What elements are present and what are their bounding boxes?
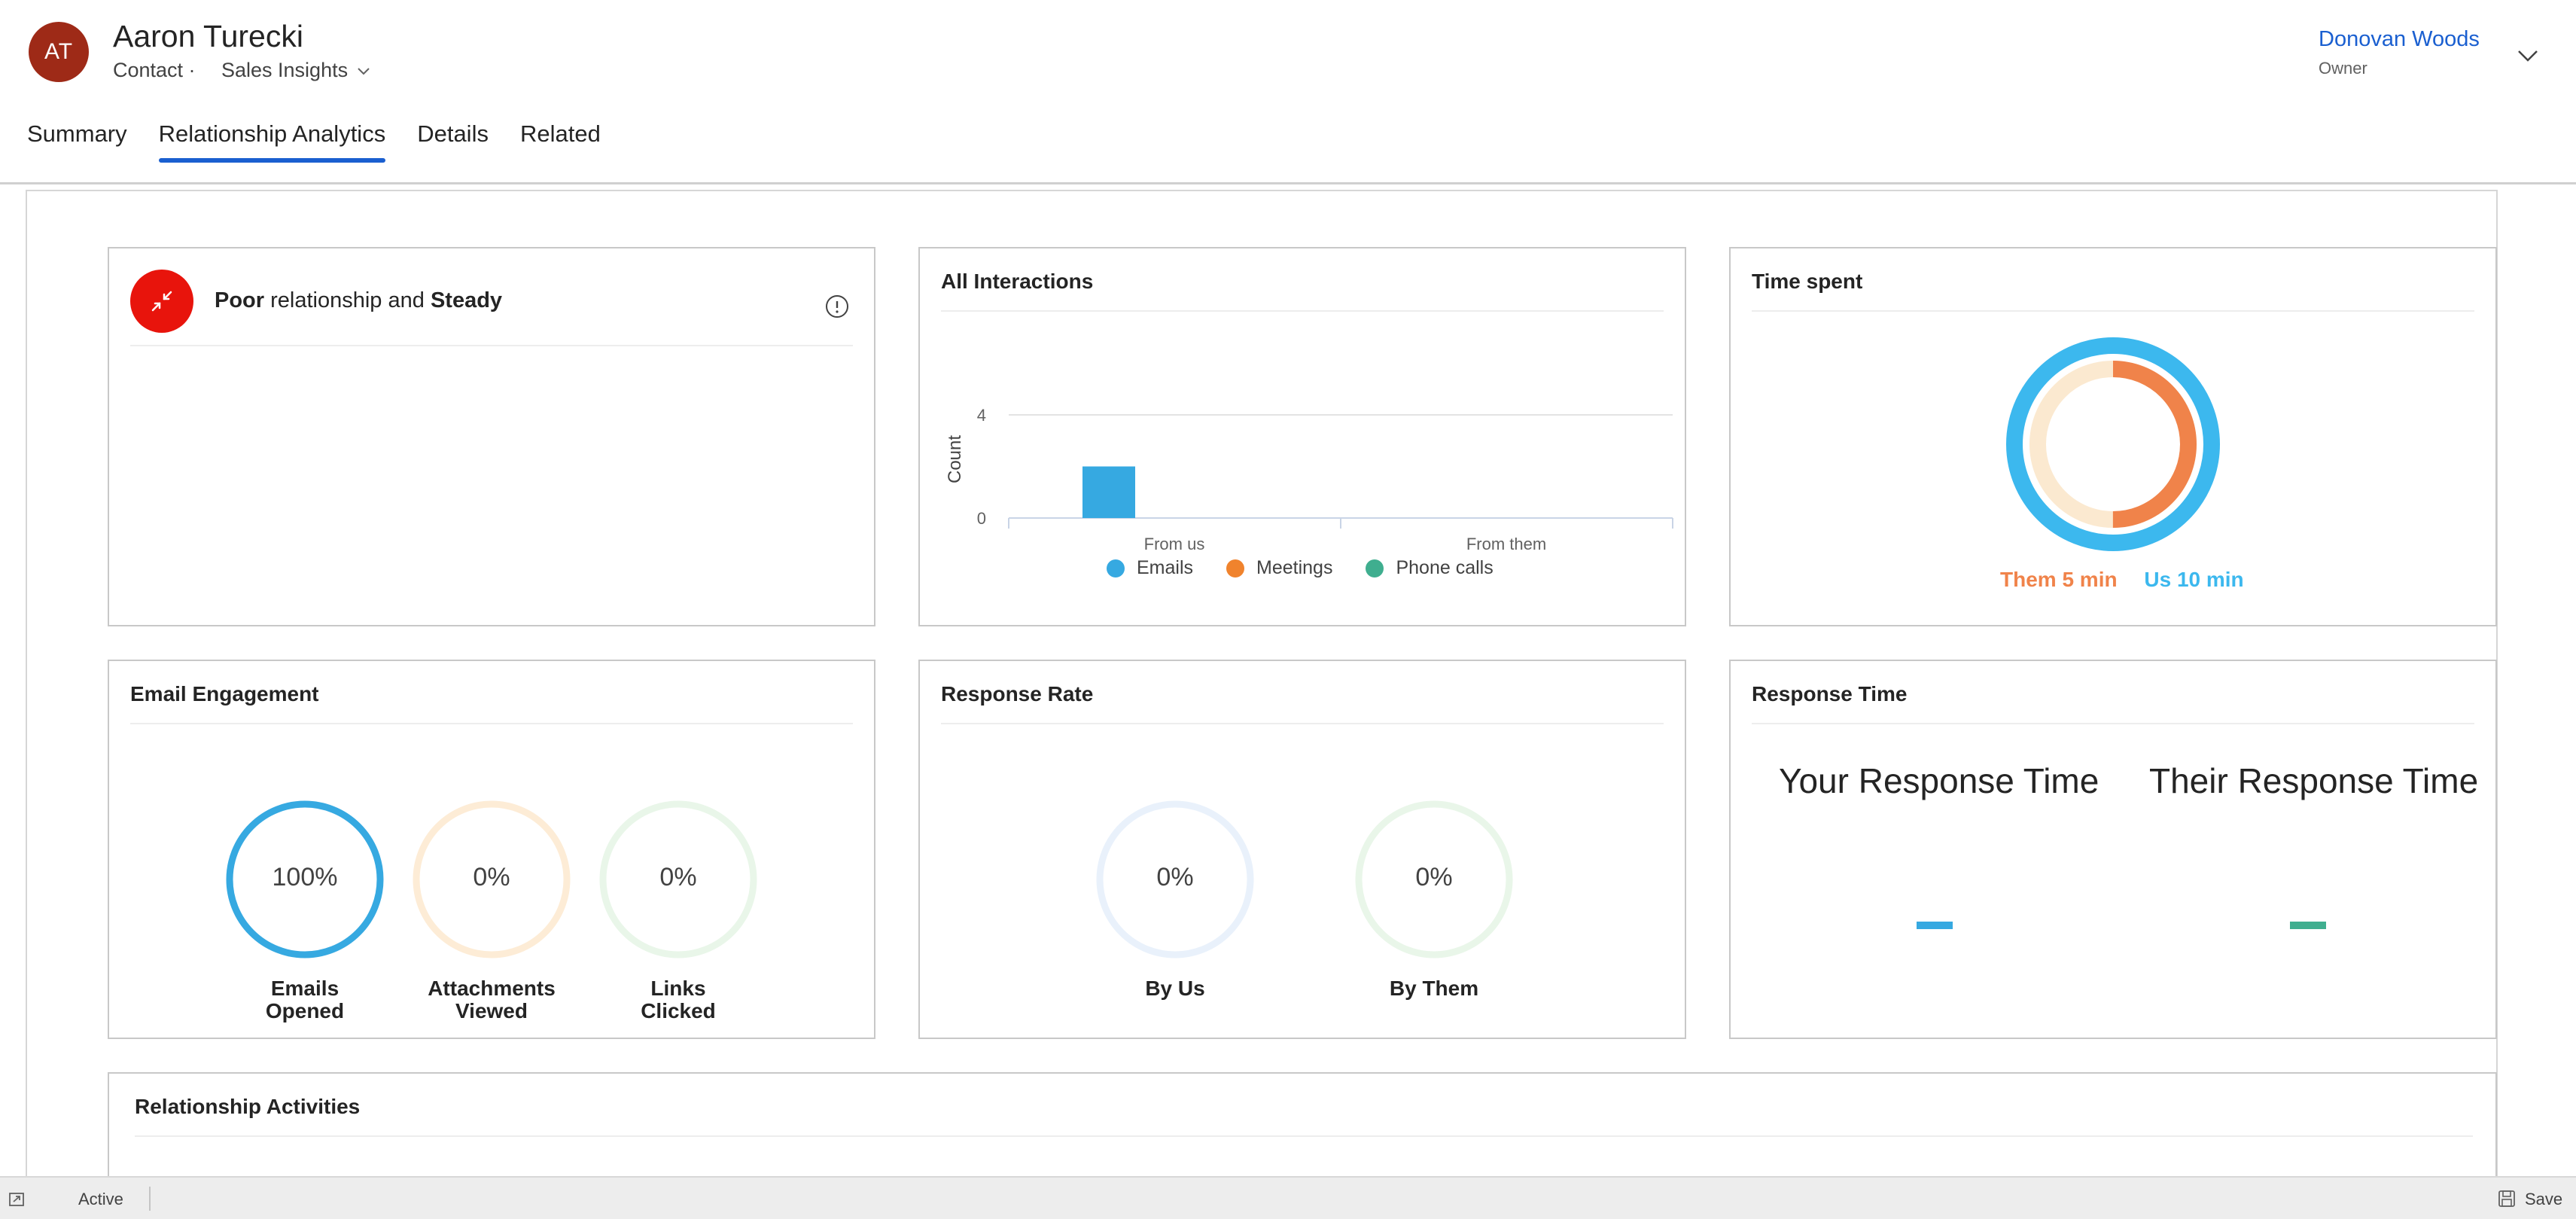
divider	[149, 1187, 151, 1211]
info-icon[interactable]	[824, 294, 850, 319]
expand-header-chevron-icon[interactable]	[2514, 42, 2541, 69]
by-us-value: 0%	[1156, 863, 1194, 891]
attachments-viewed-value: 0%	[473, 863, 510, 891]
relationship-health-summary: Poor relationship and Steady	[215, 288, 502, 313]
divider	[941, 310, 1664, 312]
card-title: All Interactions	[941, 270, 1094, 293]
card-title: Response Time	[1752, 682, 1908, 705]
them-time-label: Them 5 min	[2000, 568, 2118, 591]
legend-swatch	[1107, 559, 1125, 578]
by-them-label: By Them	[1389, 977, 1479, 1000]
x-tick-label: From them	[1466, 535, 1546, 553]
legend-label: Emails	[1137, 557, 1194, 578]
label-line: Links	[650, 977, 706, 1000]
form-selector[interactable]: Sales Insights	[221, 59, 372, 82]
relationship-trend-value: Steady	[430, 288, 503, 312]
all-interactions-chart: Count 4 0 From us From them	[945, 406, 1673, 553]
relationship-health-icon	[130, 270, 193, 333]
time-spent-legend: Them 5 min Us 10 min	[2000, 568, 2244, 592]
record-name: Aaron Turecki	[113, 19, 303, 53]
avatar: AT	[29, 22, 89, 82]
all-interactions-card: All Interactions Count 4 0 From us From …	[918, 247, 1686, 626]
label-line: Opened	[265, 999, 345, 1022]
relationship-health-value: Poor	[215, 288, 265, 312]
divider	[130, 723, 853, 724]
relationship-activities-card: Relationship Activities	[108, 1072, 2497, 1193]
chart-legend: Emails Meetings Phone calls	[1107, 557, 1527, 579]
time-spent-donut	[2006, 337, 2220, 551]
by-them-value: 0%	[1415, 863, 1453, 891]
owner-link[interactable]: Donovan Woods	[2319, 27, 2480, 52]
label-line: Attachments	[428, 977, 556, 1000]
time-spent-card: Time spent Them 5 min Us 10 min	[1729, 247, 2497, 626]
links-clicked-value: 0%	[659, 863, 697, 891]
y-tick-label: 4	[977, 406, 986, 425]
form-tabs: Summary Relationship Analytics Details R…	[27, 120, 632, 166]
your-response-time-value	[1917, 922, 1953, 929]
their-response-time-value	[2290, 922, 2326, 929]
legend-swatch	[1366, 559, 1384, 578]
links-clicked-label: Links Clicked	[595, 977, 761, 1022]
legend-label: Phone calls	[1396, 557, 1494, 578]
email-engagement-card: Email Engagement 100% Emails Opened 0% A…	[108, 660, 875, 1039]
card-title: Email Engagement	[130, 682, 319, 705]
your-response-time-heading: Your Response Time	[1779, 761, 2099, 800]
arrows-inward-icon	[151, 291, 172, 312]
relationship-health-card: Poor relationship and Steady	[108, 247, 875, 626]
response-time-card: Response Time Your Response Time Their R…	[1729, 660, 2497, 1039]
tab-details[interactable]: Details	[417, 120, 489, 163]
label-line: Emails	[270, 977, 340, 1000]
label-line: Clicked	[641, 999, 716, 1022]
record-header: AT Aaron Turecki Contact · Sales Insight…	[0, 0, 2576, 184]
tab-relationship-analytics[interactable]: Relationship Analytics	[158, 120, 385, 163]
emails-opened-label: Emails Opened	[222, 977, 388, 1022]
divider	[130, 345, 853, 346]
y-tick-label: 0	[977, 509, 986, 528]
tab-summary[interactable]: Summary	[27, 120, 127, 163]
x-tick-label: From us	[1144, 535, 1205, 553]
card-title: Time spent	[1752, 270, 1863, 293]
label-line: Viewed	[455, 999, 528, 1022]
their-response-time-heading: Their Response Time	[2149, 761, 2479, 800]
relationship-health-connector: relationship and	[264, 288, 431, 312]
save-button[interactable]: Save	[2525, 1190, 2562, 1209]
by-us-label: By Us	[1145, 977, 1205, 1000]
relationship-analytics-panel: Poor relationship and Steady All Interac…	[26, 190, 2498, 1193]
attachments-viewed-label: Attachments Viewed	[409, 977, 574, 1022]
us-time-label: Us 10 min	[2144, 568, 2244, 591]
open-in-new-window-icon[interactable]	[8, 1190, 27, 1209]
divider	[1752, 723, 2474, 724]
legend-swatch	[1226, 559, 1245, 578]
chevron-down-icon	[358, 67, 370, 75]
save-icon[interactable]	[2496, 1188, 2517, 1209]
legend-label: Meetings	[1256, 557, 1333, 578]
divider	[135, 1135, 2473, 1137]
emails-opened-value: 100%	[272, 863, 338, 891]
legend-item-meetings[interactable]: Meetings	[1226, 557, 1332, 579]
legend-item-emails[interactable]: Emails	[1107, 557, 1193, 579]
record-entity-type: Contact ·	[113, 59, 196, 81]
status-bar: Active Save	[0, 1176, 2576, 1219]
y-axis-label: Count	[945, 435, 965, 483]
card-title: Response Rate	[941, 682, 1094, 705]
legend-item-phone-calls[interactable]: Phone calls	[1366, 557, 1494, 579]
tab-related[interactable]: Related	[520, 120, 601, 163]
bar-emails-from-us[interactable]	[1082, 466, 1135, 519]
divider	[1752, 310, 2474, 312]
form-selector-label: Sales Insights	[221, 59, 349, 81]
card-title: Relationship Activities	[135, 1095, 361, 1118]
owner-label: Owner	[2319, 59, 2367, 78]
divider	[941, 723, 1664, 724]
record-status: Active	[78, 1190, 123, 1208]
response-rate-card: Response Rate 0% By Us 0% By Them	[918, 660, 1686, 1039]
